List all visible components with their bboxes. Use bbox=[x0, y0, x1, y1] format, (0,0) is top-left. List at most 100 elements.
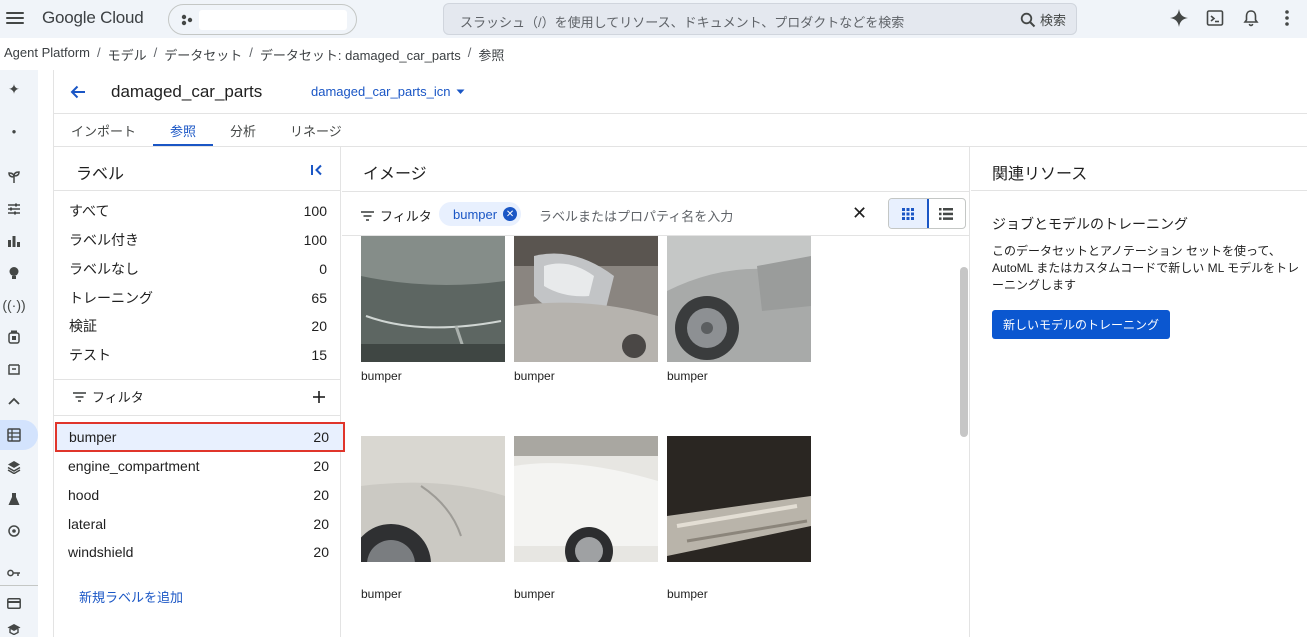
filter-chip-bumper[interactable]: bumper ✕ bbox=[439, 202, 522, 226]
broadcast-icon[interactable]: ((·)) bbox=[2, 294, 25, 316]
label-item-lateral[interactable]: lateral 20 bbox=[54, 509, 344, 539]
deploy-icon[interactable] bbox=[3, 358, 25, 380]
label-item-bumper[interactable]: bumper 20 bbox=[55, 422, 345, 452]
label-item-engine-compartment[interactable]: engine_compartment 20 bbox=[54, 451, 344, 481]
sprout-icon[interactable] bbox=[3, 166, 25, 188]
collapse-panel-icon[interactable] bbox=[309, 162, 325, 178]
search-input[interactable]: スラッシュ（/）を使用してリソース、ドキュメント、プロダクトなどを検索 bbox=[460, 12, 904, 31]
google-cloud-logo[interactable]: Google Cloud bbox=[42, 8, 144, 28]
dataset-title: damaged_car_parts bbox=[111, 82, 263, 101]
related-panel-title: 関連リソース bbox=[992, 166, 1088, 183]
image-thumbnail[interactable] bbox=[361, 236, 505, 362]
tune-icon[interactable] bbox=[3, 198, 25, 220]
image-thumbnail[interactable] bbox=[361, 436, 505, 562]
image-caption: bumper bbox=[514, 369, 555, 383]
layers-icon[interactable] bbox=[3, 456, 25, 478]
chip-remove-icon[interactable]: ✕ bbox=[503, 207, 518, 221]
project-picker[interactable] bbox=[168, 4, 357, 35]
related-panel-description: このデータセットとアノテーション セットを使って、AutoML またはカスタムコ… bbox=[992, 244, 1300, 292]
list-view-icon[interactable] bbox=[928, 199, 966, 228]
back-arrow-icon[interactable] bbox=[69, 83, 87, 101]
tab-analyze[interactable]: 分析 bbox=[213, 114, 273, 146]
filter-input[interactable]: ラベルまたはプロパティ名を入力 bbox=[539, 206, 733, 225]
clear-filter-icon[interactable]: ✕ bbox=[852, 204, 867, 222]
search-button[interactable]: 検索 bbox=[1020, 10, 1066, 29]
tab-browse[interactable]: 参照 bbox=[153, 114, 214, 146]
label-name: lateral bbox=[68, 516, 107, 532]
breadcrumb-item[interactable]: データセット: damaged_car_parts bbox=[260, 45, 461, 64]
count-label: ラベルなし bbox=[69, 261, 139, 277]
add-label-link[interactable]: 新規ラベルを追加 bbox=[79, 587, 183, 606]
key-icon[interactable] bbox=[3, 562, 25, 584]
label-count: 20 bbox=[313, 544, 329, 560]
menu-icon[interactable] bbox=[6, 9, 24, 27]
label-item-hood[interactable]: hood 20 bbox=[54, 480, 344, 510]
image-filter[interactable]: フィルタ bbox=[361, 206, 432, 225]
cloud-shell-icon[interactable] bbox=[1205, 8, 1225, 28]
count-row-all[interactable]: すべて 100 bbox=[69, 197, 327, 225]
container-icon[interactable] bbox=[3, 326, 25, 348]
count-label: ラベル付き bbox=[69, 232, 139, 248]
search-icon bbox=[1020, 12, 1036, 27]
breadcrumb-item[interactable]: モデル bbox=[108, 45, 147, 64]
tab-lineage[interactable]: リネージ bbox=[273, 114, 359, 146]
sparkle-icon[interactable]: ✦ bbox=[3, 78, 25, 100]
notifications-icon[interactable] bbox=[1241, 8, 1261, 28]
image-caption: bumper bbox=[514, 587, 555, 601]
learn-icon[interactable] bbox=[3, 618, 25, 637]
search-bar[interactable]: スラッシュ（/）を使用してリソース、ドキュメント、プロダクトなどを検索 検索 bbox=[443, 3, 1077, 35]
gemini-icon[interactable] bbox=[1169, 8, 1189, 28]
tab-bar: インポート 参照 分析 リネージ bbox=[54, 114, 359, 146]
breadcrumb: Agent Platform / モデル / データセット / データセット: dam… bbox=[4, 45, 505, 64]
count-value: 0 bbox=[319, 261, 327, 277]
count-label: テスト bbox=[69, 347, 111, 363]
image-thumbnail[interactable] bbox=[667, 436, 811, 562]
images-scrollbar[interactable] bbox=[960, 267, 968, 437]
related-panel-subtitle: ジョブとモデルのトレーニング bbox=[992, 216, 1188, 232]
count-row-test[interactable]: テスト 15 bbox=[69, 341, 327, 369]
label-filter[interactable]: フィルタ bbox=[73, 387, 144, 406]
images-panel: イメージ フィルタ bumper ✕ ラベルまたはプロパティ名を入力 ✕ bum… bbox=[342, 147, 970, 637]
label-filter-row: フィルタ bbox=[73, 387, 325, 406]
count-row-unlabeled[interactable]: ラベルなし 0 bbox=[69, 255, 327, 283]
project-name bbox=[199, 10, 347, 30]
annotation-set-dropdown[interactable]: damaged_car_parts_icn bbox=[311, 84, 465, 99]
dot-icon[interactable]: ● bbox=[3, 120, 25, 142]
label-name: engine_compartment bbox=[68, 458, 200, 474]
image-filter-text: フィルタ bbox=[380, 209, 432, 224]
dataset-icon[interactable] bbox=[3, 424, 25, 446]
count-value: 20 bbox=[311, 318, 327, 334]
breadcrumb-item[interactable]: Agent Platform bbox=[4, 45, 90, 64]
image-caption: bumper bbox=[361, 369, 402, 383]
lightbulb-icon[interactable] bbox=[3, 262, 25, 284]
tab-import[interactable]: インポート bbox=[54, 114, 153, 146]
count-value: 65 bbox=[311, 290, 327, 306]
count-row-validation[interactable]: 検証 20 bbox=[69, 312, 327, 340]
image-caption: bumper bbox=[667, 587, 708, 601]
flask-icon[interactable] bbox=[3, 488, 25, 510]
label-filter-text: フィルタ bbox=[92, 390, 144, 405]
image-thumbnail[interactable] bbox=[667, 236, 811, 362]
label-panel: ラベル すべて 100 ラベル付き 100 ラベルなし 0 トレーニング 65 … bbox=[54, 147, 345, 637]
pipeline-icon[interactable] bbox=[3, 520, 25, 542]
label-count: 20 bbox=[313, 516, 329, 532]
more-vert-icon[interactable] bbox=[1277, 8, 1297, 28]
count-row-labeled[interactable]: ラベル付き 100 bbox=[69, 226, 327, 254]
count-row-training[interactable]: トレーニング 65 bbox=[69, 284, 327, 312]
rail-divider bbox=[0, 585, 38, 586]
grid-view-icon[interactable] bbox=[889, 199, 929, 228]
image-filter-bar: フィルタ bumper ✕ ラベルまたはプロパティ名を入力 ✕ bbox=[342, 194, 970, 237]
billing-icon[interactable] bbox=[3, 592, 25, 614]
filter-icon bbox=[73, 391, 86, 402]
label-name: windshield bbox=[68, 544, 134, 560]
add-icon[interactable] bbox=[313, 390, 325, 403]
label-item-windshield[interactable]: windshield 20 bbox=[54, 537, 344, 567]
breadcrumb-item[interactable]: データセット bbox=[164, 45, 242, 64]
image-thumbnail[interactable] bbox=[514, 436, 658, 562]
breadcrumb-item: 参照 bbox=[478, 48, 505, 63]
bar-chart-icon[interactable] bbox=[3, 230, 25, 252]
chevron-up-icon[interactable] bbox=[3, 390, 25, 412]
train-new-model-button[interactable]: 新しいモデルのトレーニング bbox=[992, 310, 1171, 339]
count-label: 検証 bbox=[69, 318, 97, 334]
image-thumbnail[interactable] bbox=[514, 236, 658, 362]
